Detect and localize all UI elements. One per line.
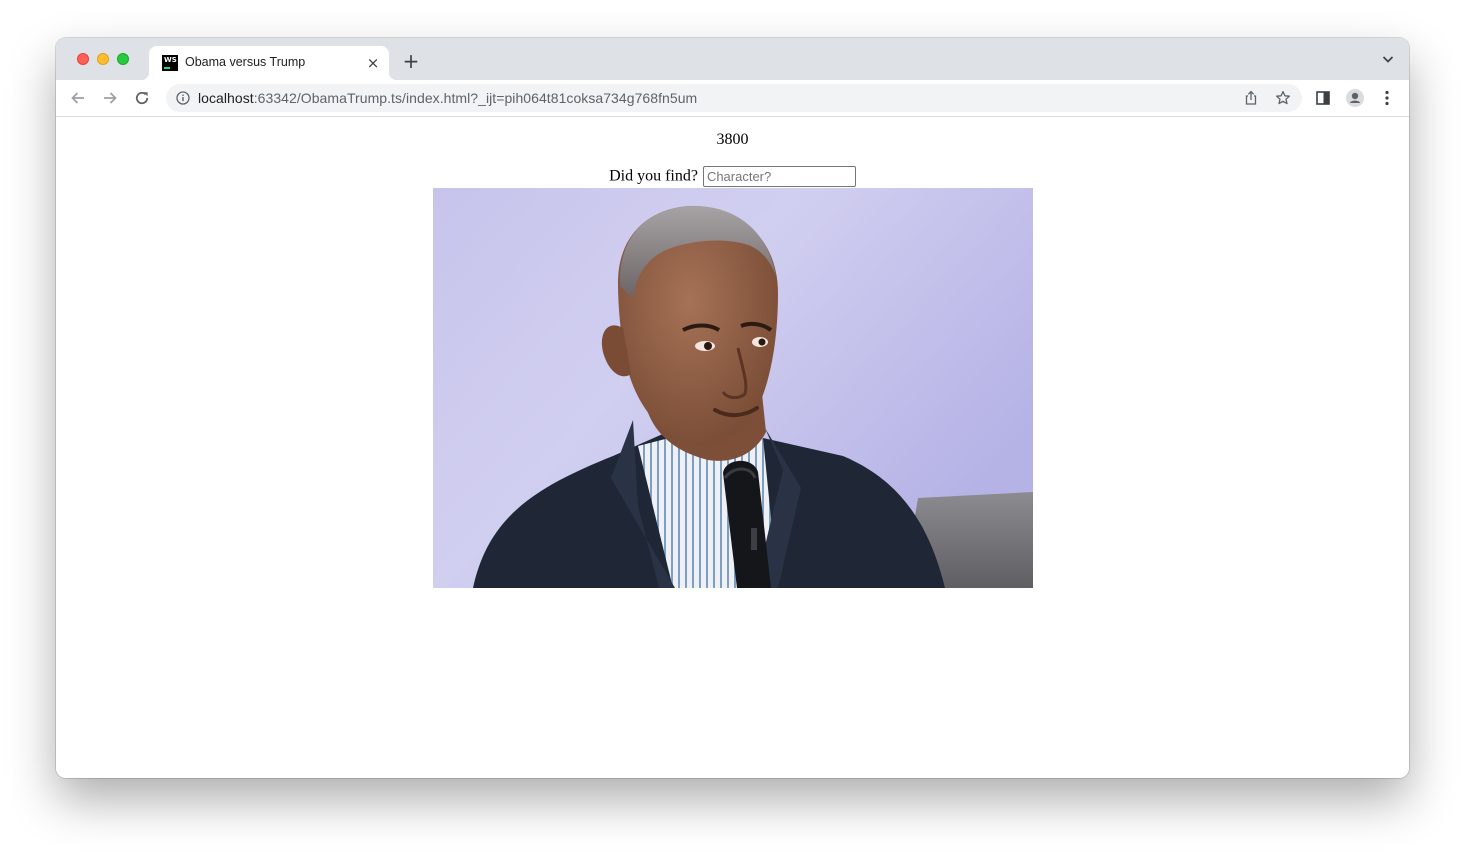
reload-icon[interactable]: [132, 88, 152, 108]
new-tab-button[interactable]: +: [401, 51, 421, 71]
share-icon[interactable]: [1243, 90, 1259, 106]
window-maximize-button[interactable]: [117, 53, 129, 65]
url-path: :63342/ObamaTrump.ts/index.html?_ijt=pih…: [253, 90, 698, 106]
side-panel-icon[interactable]: [1313, 88, 1333, 108]
back-arrow-icon[interactable]: [68, 88, 88, 108]
page-content: 3800 Did you find?: [56, 117, 1409, 778]
tab-search-chevron-icon[interactable]: [1381, 52, 1395, 66]
window-close-button[interactable]: [77, 53, 89, 65]
url-text[interactable]: localhost:63342/ObamaTrump.ts/index.html…: [198, 90, 697, 106]
portrait-photo: [433, 188, 1033, 588]
score-counter: 3800: [716, 131, 749, 148]
toolbar: localhost:63342/ObamaTrump.ts/index.html…: [56, 80, 1409, 117]
tab-active[interactable]: WS Obama versus Trump ×: [141, 46, 397, 80]
tab-title: Obama versus Trump: [185, 55, 306, 69]
menu-kebab-icon[interactable]: [1377, 88, 1397, 108]
tab-close-icon[interactable]: ×: [365, 55, 381, 71]
address-bar[interactable]: localhost:63342/ObamaTrump.ts/index.html…: [166, 84, 1302, 112]
bookmark-star-icon[interactable]: [1275, 90, 1291, 106]
browser-window: WS Obama versus Trump × + localhost:6334…: [56, 38, 1409, 778]
url-host: localhost: [198, 90, 254, 106]
window-minimize-button[interactable]: [97, 53, 109, 65]
site-info-icon[interactable]: [176, 91, 190, 105]
guess-form: Did you find?: [56, 166, 1409, 188]
tab-strip: WS Obama versus Trump × +: [56, 38, 1409, 80]
guess-label: Did you find?: [609, 167, 698, 185]
forward-arrow-icon[interactable]: [100, 88, 120, 108]
webstorm-favicon-icon: WS: [162, 55, 178, 71]
profile-icon[interactable]: [1345, 88, 1365, 108]
character-guess-input[interactable]: [702, 166, 856, 187]
